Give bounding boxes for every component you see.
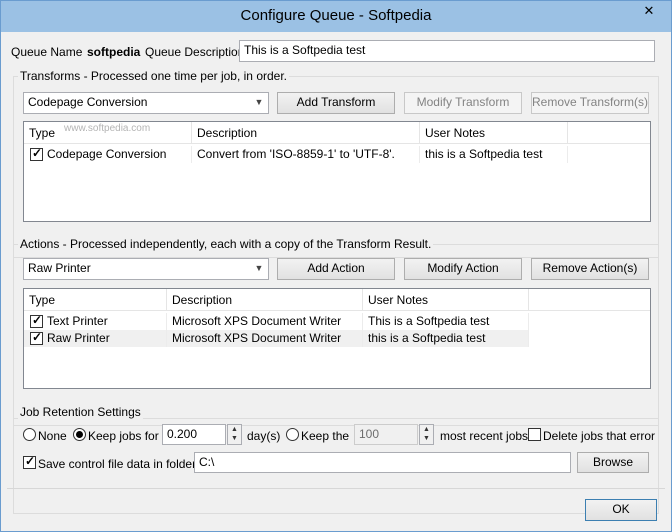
- browse-button[interactable]: Browse: [577, 452, 649, 473]
- radio-selected-dot: [76, 431, 83, 438]
- days-unit-label: day(s): [247, 429, 281, 443]
- table-row[interactable]: ✓ Text Printer Microsoft XPS Document Wr…: [24, 313, 650, 330]
- modify-action-button[interactable]: Modify Action: [404, 258, 522, 280]
- retention-keep-count-radio[interactable]: [286, 428, 299, 441]
- column-header-filler: [568, 122, 650, 144]
- spin-up-icon[interactable]: ▲: [420, 425, 433, 434]
- column-header-user-notes[interactable]: User Notes: [420, 122, 568, 144]
- transforms-group-title: Transforms - Processed one time per job,…: [18, 69, 289, 83]
- column-header-filler: [529, 289, 650, 311]
- transforms-list[interactable]: Type Description User Notes ✓ Codepage C…: [23, 121, 651, 222]
- retention-count-input[interactable]: 100: [354, 424, 418, 445]
- save-control-file-label[interactable]: Save control file data in folder:: [38, 457, 199, 471]
- type-text: Codepage Conversion: [47, 147, 167, 161]
- spin-down-icon[interactable]: ▼: [420, 434, 433, 443]
- remove-transform-button[interactable]: Remove Transform(s): [531, 92, 649, 114]
- save-control-file-checkbox[interactable]: ✓: [23, 454, 36, 469]
- title-bar: Configure Queue - Softpedia ✕: [1, 1, 671, 32]
- retention-keep-days-radio[interactable]: [73, 428, 86, 441]
- row-checkbox[interactable]: ✓: [30, 330, 43, 345]
- row-checkbox[interactable]: ✓: [30, 313, 43, 328]
- transform-type-combo-value: Codepage Conversion: [28, 95, 148, 109]
- dialog-content: Queue Name softpedia Queue Description T…: [7, 32, 665, 526]
- notes-cell: this is a Softpedia test: [420, 146, 568, 163]
- configure-queue-window: Configure Queue - Softpedia ✕ Queue Name…: [0, 0, 672, 532]
- count-spinner[interactable]: ▲ ▼: [419, 424, 434, 445]
- job-retention-group-title: Job Retention Settings: [18, 405, 143, 419]
- retention-none-radio[interactable]: [23, 428, 36, 441]
- remove-action-button[interactable]: Remove Action(s): [531, 258, 649, 280]
- window-title: Configure Queue - Softpedia: [240, 7, 432, 24]
- column-header-type[interactable]: Type: [24, 289, 167, 311]
- modify-transform-button[interactable]: Modify Transform: [404, 92, 522, 114]
- close-icon[interactable]: ✕: [637, 3, 661, 19]
- table-row[interactable]: ✓ Raw Printer Microsoft XPS Document Wri…: [24, 330, 529, 347]
- ok-button[interactable]: OK: [585, 499, 657, 521]
- delete-error-jobs-label[interactable]: Delete jobs that error: [543, 429, 655, 443]
- notes-cell: this is a Softpedia test: [363, 330, 529, 347]
- retention-none-label[interactable]: None: [38, 429, 67, 443]
- queue-name-value: softpedia: [87, 45, 141, 59]
- checkmark-icon: ✓: [25, 454, 36, 468]
- delete-error-jobs-checkbox[interactable]: [528, 428, 541, 441]
- description-cell: Microsoft XPS Document Writer: [167, 330, 363, 347]
- spin-up-icon[interactable]: ▲: [228, 425, 241, 434]
- chevron-down-icon: ▼: [254, 97, 264, 107]
- transform-type-combo[interactable]: Codepage Conversion ▼: [23, 92, 269, 114]
- retention-keep-count-label[interactable]: Keep the: [301, 429, 349, 443]
- action-type-combo-value: Raw Printer: [28, 261, 91, 275]
- action-type-combo[interactable]: Raw Printer ▼: [23, 258, 269, 280]
- column-header-user-notes[interactable]: User Notes: [363, 289, 529, 311]
- spin-down-icon[interactable]: ▼: [228, 434, 241, 443]
- footer-separator: [7, 488, 665, 489]
- checkmark-icon: ✓: [32, 313, 43, 327]
- retention-days-input[interactable]: 0.200: [162, 424, 226, 445]
- add-action-button[interactable]: Add Action: [277, 258, 395, 280]
- description-cell: Convert from 'ISO-8859-1' to 'UTF-8'.: [192, 146, 420, 163]
- days-spinner[interactable]: ▲ ▼: [227, 424, 242, 445]
- control-folder-input[interactable]: C:\: [194, 452, 571, 473]
- actions-group-title: Actions - Processed independently, each …: [18, 237, 434, 251]
- table-row[interactable]: ✓ Codepage Conversion Convert from 'ISO-…: [24, 146, 650, 163]
- column-header-description[interactable]: Description: [167, 289, 363, 311]
- chevron-down-icon: ▼: [254, 263, 264, 273]
- add-transform-button[interactable]: Add Transform: [277, 92, 395, 114]
- row-checkbox[interactable]: ✓: [30, 146, 43, 161]
- type-cell: ✓ Text Printer: [24, 313, 167, 330]
- actions-list[interactable]: Type Description User Notes ✓ Text Print…: [23, 288, 651, 389]
- checkmark-icon: ✓: [32, 146, 43, 160]
- type-cell: ✓ Codepage Conversion: [24, 146, 192, 163]
- column-header-description[interactable]: Description: [192, 122, 420, 144]
- notes-cell: This is a Softpedia test: [363, 313, 529, 330]
- softpedia-watermark: www.softpedia.com: [64, 123, 151, 134]
- type-text: Raw Printer: [47, 331, 110, 345]
- retention-keep-days-label[interactable]: Keep jobs for: [88, 429, 159, 443]
- queue-description-input[interactable]: This is a Softpedia test: [239, 40, 655, 62]
- type-text: Text Printer: [47, 314, 108, 328]
- recent-jobs-label: most recent jobs: [440, 429, 529, 443]
- type-cell: ✓ Raw Printer: [24, 330, 167, 347]
- queue-description-label: Queue Description: [145, 45, 245, 59]
- queue-name-label: Queue Name: [11, 45, 83, 59]
- checkmark-icon: ✓: [32, 330, 43, 344]
- description-cell: Microsoft XPS Document Writer: [167, 313, 363, 330]
